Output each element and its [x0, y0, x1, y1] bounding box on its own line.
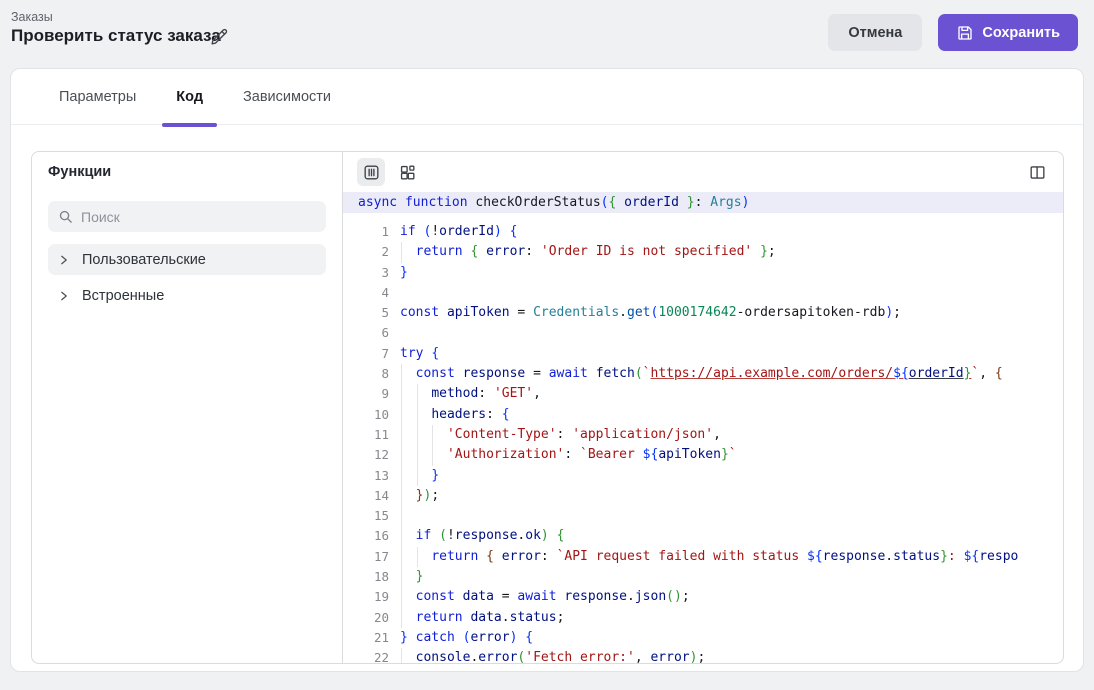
line-number: 4: [343, 283, 389, 303]
line-number: 22: [343, 648, 389, 663]
functions-panel-title: Функции: [48, 164, 326, 180]
code-line[interactable]: 16 if (!response.ok) {: [343, 526, 1063, 546]
code-signature-line[interactable]: async function checkOrderStatus({ orderI…: [343, 192, 1063, 213]
line-number: 11: [343, 425, 389, 445]
code-line[interactable]: 20 return data.status;: [343, 608, 1063, 628]
tab-dependencies[interactable]: Зависимости: [229, 69, 345, 125]
code-line[interactable]: 2 return { error: 'Order ID is not speci…: [343, 242, 1063, 262]
line-number: 12: [343, 445, 389, 465]
group-user-functions[interactable]: Пользовательские: [48, 244, 326, 275]
line-number: 15: [343, 506, 389, 526]
line-number: 10: [343, 405, 389, 425]
code-line[interactable]: 15: [343, 506, 1063, 526]
split-panel-icon[interactable]: [1023, 158, 1051, 186]
tab-code[interactable]: Код: [162, 69, 217, 125]
group-label: Пользовательские: [82, 252, 206, 268]
code-columns-icon[interactable]: [357, 158, 385, 186]
line-number: 16: [343, 526, 389, 546]
tab-parameters[interactable]: Параметры: [45, 69, 150, 125]
workspace: Функции Пользовательские Встроенные: [31, 151, 1064, 664]
line-number: 19: [343, 587, 389, 607]
code-line[interactable]: 14 });: [343, 486, 1063, 506]
line-number: 8: [343, 364, 389, 384]
line-number: 5: [343, 303, 389, 323]
code-line[interactable]: 7try {: [343, 344, 1063, 364]
code-editor: async function checkOrderStatus({ orderI…: [343, 152, 1063, 663]
line-number: 21: [343, 628, 389, 648]
code-line[interactable]: 18 }: [343, 567, 1063, 587]
line-number: 17: [343, 547, 389, 567]
code-line[interactable]: 17 return { error: `API request failed w…: [343, 547, 1063, 567]
function-search[interactable]: [48, 201, 326, 232]
header-actions: Отмена Сохранить: [828, 14, 1078, 51]
line-number: 6: [343, 323, 389, 343]
line-number: 3: [343, 263, 389, 283]
save-button[interactable]: Сохранить: [938, 14, 1078, 51]
code-line[interactable]: 5const apiToken = Credentials.get(100017…: [343, 303, 1063, 323]
editor-toolbar: [343, 152, 1063, 192]
code-line[interactable]: 4: [343, 283, 1063, 303]
group-built-in-functions[interactable]: Встроенные: [48, 280, 326, 311]
line-number: 18: [343, 567, 389, 587]
line-number: 2: [343, 242, 389, 262]
topbar: Заказы Проверить статус заказа Отмена Со…: [0, 0, 1094, 68]
code-area[interactable]: 1if (!orderId) {2 return { error: 'Order…: [343, 213, 1063, 663]
line-number: 1: [343, 222, 389, 242]
functions-panel: Функции Пользовательские Встроенные: [32, 152, 343, 663]
line-number: 7: [343, 344, 389, 364]
edit-title-icon[interactable]: [208, 26, 230, 48]
code-line[interactable]: 13 }: [343, 466, 1063, 486]
breadcrumb[interactable]: Заказы: [11, 10, 53, 24]
code-line[interactable]: 9 method: 'GET',: [343, 384, 1063, 404]
editor-card: ПараметрыКодЗависимости Функции Пользова…: [10, 68, 1084, 672]
line-number: 14: [343, 486, 389, 506]
cancel-button[interactable]: Отмена: [828, 14, 922, 51]
line-number: 13: [343, 466, 389, 486]
chevron-right-icon: [58, 290, 70, 302]
chevron-right-icon: [58, 254, 70, 266]
code-line[interactable]: 1if (!orderId) {: [343, 222, 1063, 242]
code-line[interactable]: 19 const data = await response.json();: [343, 587, 1063, 607]
search-input[interactable]: [81, 209, 316, 225]
line-number: 9: [343, 384, 389, 404]
code-line[interactable]: 6: [343, 323, 1063, 343]
blocks-icon[interactable]: [393, 158, 421, 186]
code-line[interactable]: 21} catch (error) {: [343, 628, 1063, 648]
code-line[interactable]: 10 headers: {: [343, 405, 1063, 425]
code-line[interactable]: 3}: [343, 263, 1063, 283]
group-label: Встроенные: [82, 288, 164, 304]
line-number: 20: [343, 608, 389, 628]
tabs: ПараметрыКодЗависимости: [11, 69, 1083, 125]
code-line[interactable]: 12 'Authorization': `Bearer ${apiToken}`: [343, 445, 1063, 465]
search-icon: [58, 209, 73, 224]
function-groups: Пользовательские Встроенные: [48, 244, 326, 311]
save-icon: [956, 24, 974, 42]
page-title: Проверить статус заказа: [11, 26, 221, 46]
code-line[interactable]: 22 console.error('Fetch error:', error);: [343, 648, 1063, 663]
code-line[interactable]: 11 'Content-Type': 'application/json',: [343, 425, 1063, 445]
code-line[interactable]: 8 const response = await fetch(`https://…: [343, 364, 1063, 384]
save-button-label: Сохранить: [982, 25, 1060, 41]
